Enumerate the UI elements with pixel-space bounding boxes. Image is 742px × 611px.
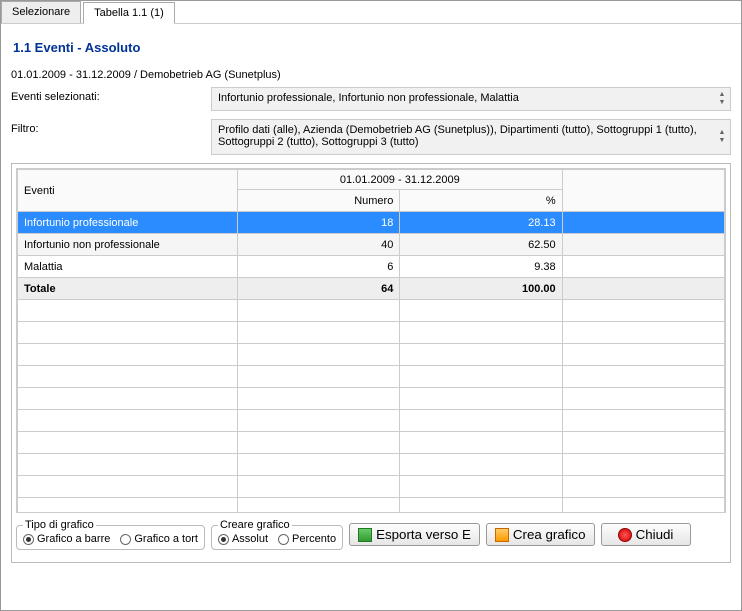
page-title: 1.1 Eventi - Assoluto: [13, 40, 731, 55]
radio-icon: [278, 534, 289, 545]
radio-label: Grafico a barre: [37, 533, 110, 545]
table-row[interactable]: Infortunio non professionale 40 62.50: [18, 234, 725, 256]
chevron-down-icon[interactable]: ▼: [716, 137, 728, 145]
radio-icon: [23, 534, 34, 545]
radio-pie-chart[interactable]: Grafico a tort: [120, 533, 198, 545]
tab-select[interactable]: Selezionare: [1, 1, 81, 23]
radio-icon: [218, 534, 229, 545]
radio-label: Assolut: [232, 533, 268, 545]
table-row-empty: [18, 322, 725, 344]
table-row-empty: [18, 454, 725, 476]
table-row[interactable]: Malattia 6 9.38: [18, 256, 725, 278]
th-events: Eventi: [18, 170, 238, 212]
table-row-total[interactable]: Totale 64 100.00: [18, 278, 725, 300]
radio-icon: [120, 534, 131, 545]
cell-blank: [562, 234, 724, 256]
table-row-empty: [18, 366, 725, 388]
cell-label: Infortunio professionale: [18, 212, 238, 234]
radio-absolute[interactable]: Assolut: [218, 533, 268, 545]
chevron-up-icon[interactable]: ▲: [716, 91, 728, 99]
chart-type-legend: Tipo di grafico: [23, 519, 96, 531]
events-spin[interactable]: ▲ ▼: [716, 91, 728, 107]
tab-content: 1.1 Eventi - Assoluto 01.01.2009 - 31.12…: [1, 24, 741, 563]
radio-percent[interactable]: Percento: [278, 533, 336, 545]
total-percent: 100.00: [400, 278, 562, 300]
events-table: Eventi 01.01.2009 - 31.12.2009 Numero % …: [17, 169, 725, 513]
cell-blank: [562, 278, 724, 300]
events-label: Eventi selezionati:: [11, 87, 211, 111]
radio-label: Grafico a tort: [134, 533, 198, 545]
filter-spin[interactable]: ▲ ▼: [716, 129, 728, 145]
radio-label: Percento: [292, 533, 336, 545]
cell-percent: 9.38: [400, 256, 562, 278]
filter-label: Filtro:: [11, 119, 211, 155]
cell-number: 40: [238, 234, 400, 256]
cell-percent: 62.50: [400, 234, 562, 256]
events-value: Infortunio professionale, Infortunio non…: [218, 92, 519, 104]
table-row-empty: [18, 300, 725, 322]
create-chart-legend: Creare grafico: [218, 519, 292, 531]
table-row-empty: [18, 498, 725, 514]
button-label: Chiudi: [636, 527, 674, 542]
table-row-empty: [18, 410, 725, 432]
chevron-down-icon[interactable]: ▼: [716, 99, 728, 107]
table-row-empty: [18, 388, 725, 410]
radio-bar-chart[interactable]: Grafico a barre: [23, 533, 110, 545]
th-blank: [562, 170, 724, 212]
tab-bar: Selezionare Tabella 1.1 (1): [1, 1, 741, 24]
chart-icon: [495, 528, 509, 542]
table-row-empty: [18, 476, 725, 498]
chevron-up-icon[interactable]: ▲: [716, 129, 728, 137]
total-label: Totale: [18, 278, 238, 300]
chart-type-group: Tipo di grafico Grafico a barre Grafico …: [16, 519, 205, 550]
table-row[interactable]: Infortunio professionale 18 28.13: [18, 212, 725, 234]
table-row-empty: [18, 432, 725, 454]
table-scroll[interactable]: Eventi 01.01.2009 - 31.12.2009 Numero % …: [16, 168, 726, 513]
cell-label: Infortunio non professionale: [18, 234, 238, 256]
th-date-range: 01.01.2009 - 31.12.2009: [238, 170, 563, 190]
table-container: Eventi 01.01.2009 - 31.12.2009 Numero % …: [11, 163, 731, 563]
cell-number: 18: [238, 212, 400, 234]
filter-field[interactable]: Profilo dati (alle), Azienda (Demobetrie…: [211, 119, 731, 155]
export-button[interactable]: Esporta verso E: [349, 523, 480, 546]
cell-label: Malattia: [18, 256, 238, 278]
events-field[interactable]: Infortunio professionale, Infortunio non…: [211, 87, 731, 111]
close-button[interactable]: Chiudi: [601, 523, 691, 546]
th-number: Numero: [238, 190, 400, 212]
cell-number: 6: [238, 256, 400, 278]
button-label: Crea grafico: [513, 527, 586, 542]
create-chart-button[interactable]: Crea grafico: [486, 523, 595, 546]
cell-blank: [562, 212, 724, 234]
table-row-empty: [18, 344, 725, 366]
close-icon: [618, 528, 632, 542]
tab-table[interactable]: Tabella 1.1 (1): [83, 2, 175, 24]
cell-blank: [562, 256, 724, 278]
date-range-company: 01.01.2009 - 31.12.2009 / Demobetrieb AG…: [11, 69, 731, 81]
total-number: 64: [238, 278, 400, 300]
export-icon: [358, 528, 372, 542]
cell-percent: 28.13: [400, 212, 562, 234]
button-label: Esporta verso E: [376, 527, 471, 542]
create-chart-group: Creare grafico Assolut Percento: [211, 519, 343, 550]
th-percent: %: [400, 190, 562, 212]
filter-value: Profilo dati (alle), Azienda (Demobetrie…: [218, 124, 697, 148]
bottom-bar: Tipo di grafico Grafico a barre Grafico …: [16, 515, 726, 558]
